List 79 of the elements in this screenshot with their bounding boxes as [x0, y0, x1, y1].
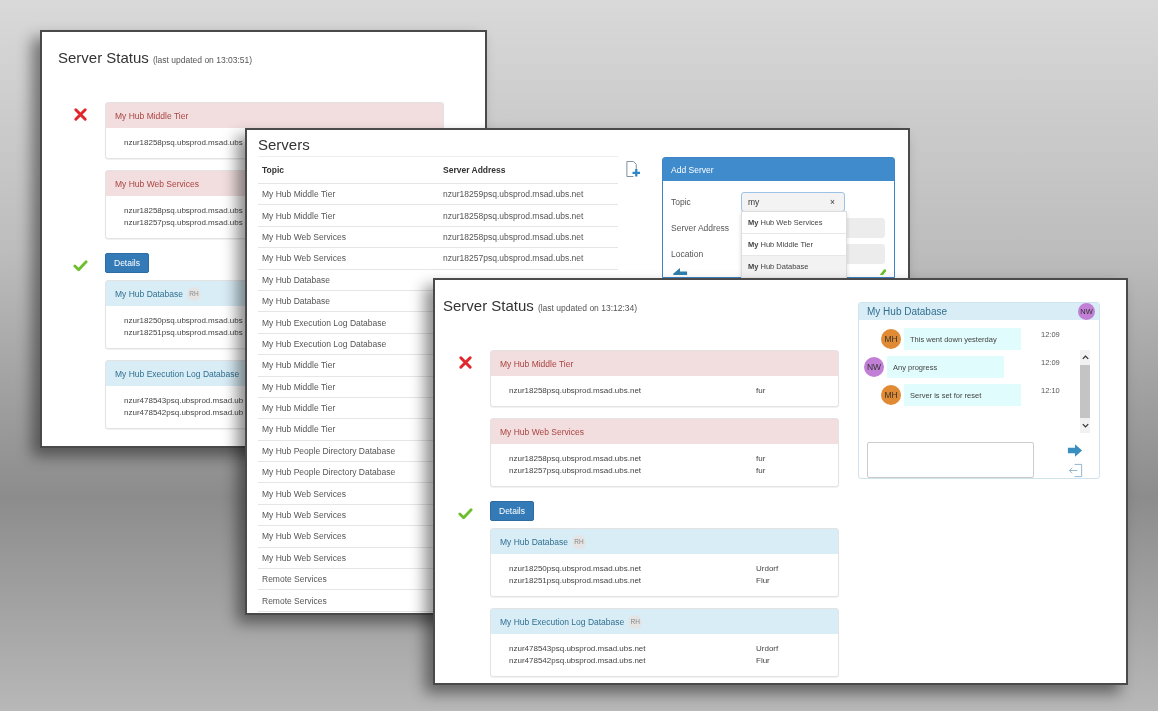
column-header: Server Address [443, 165, 506, 175]
service-name: My Hub Database [500, 536, 569, 547]
server-address: nzur18250psq.ubsprod.msad.ubs [124, 315, 243, 327]
service-name: My Hub Execution Log Database [500, 616, 625, 627]
table-cell-text: My Hub Web Services [261, 253, 347, 264]
table-cell-text: My Hub Middle Tier [261, 360, 337, 371]
field-label: Server Address [671, 223, 731, 233]
details-button[interactable]: Details [105, 253, 149, 273]
server-address: nzur18258psq.ubsprod.msad.ubs [124, 205, 243, 217]
table-cell-text: My Hub Middle Tier [261, 189, 337, 200]
table-cell-text: My Hub Middle Tier [261, 381, 337, 392]
table-cell-text: My Hub Middle Tier [261, 210, 337, 221]
avatar: MH [881, 329, 901, 349]
server-address: nzur18251psq.ubsprod.msad.ubs.net [509, 575, 643, 587]
location-text: fur [756, 385, 766, 397]
chevron-up-icon[interactable] [1080, 353, 1090, 362]
service-name: My Hub Database [115, 288, 184, 299]
chat-title: My Hub Database [867, 306, 948, 317]
table-cell-text: My Hub Middle Tier [261, 424, 337, 435]
table-cell-text: My Hub Execution Log Database [261, 317, 388, 328]
server-address: nzur18257psq.ubsprod.msad.ubs [124, 217, 243, 229]
location-text: Flur [756, 655, 770, 667]
window-title: Servers [258, 135, 311, 155]
server-address: nzur478543psq.ubsprod.msad.ubs.net [509, 643, 647, 655]
service-name: My Hub Execution Log Database [115, 368, 240, 379]
avatar: MH [881, 385, 901, 405]
panel-header: Add Server [663, 158, 894, 181]
last-updated-text: (last updated on 13:03:51) [152, 55, 253, 65]
table-cell-text: My Hub Database [261, 274, 332, 285]
location-text: fur [756, 453, 766, 465]
table-cell-text: Remote Services [261, 574, 328, 585]
server-address: nzur478542psq.ubsprod.msad.ub [124, 407, 244, 419]
last-updated-text: (last updated on 13:12:34) [537, 303, 638, 313]
table-cell-text: My Hub Web Services [261, 510, 347, 521]
location-text: Urdorf [756, 563, 779, 575]
table-cell: nzur18257psq.ubsprod.msad.ubs.net [443, 253, 584, 264]
table-cell-text: My Hub People Directory Database [261, 445, 397, 456]
location-text: fur [756, 465, 766, 477]
location-text: Flur [756, 575, 770, 587]
details-button[interactable]: Details [490, 501, 534, 521]
avatar: NW [864, 357, 884, 377]
server-address: nzur478543psq.ubsprod.msad.ub [124, 395, 244, 407]
add-document-icon[interactable] [625, 160, 640, 178]
chevron-down-icon[interactable] [1080, 421, 1090, 430]
table-cell-text: My Hub Middle Tier [261, 403, 337, 414]
table-cell: nzur18259psq.ubsprod.msad.ubs.net [443, 189, 584, 200]
service-name: My Hub Web Services [500, 426, 584, 437]
location-text: Urdorf [756, 643, 779, 655]
arrow-left-icon[interactable] [672, 267, 688, 275]
server-address: nzur18258psq.ubsprod.msad.ubs.net [509, 453, 643, 465]
table-cell: nzur18258psq.ubsprod.msad.ubs.net [443, 210, 584, 221]
window-title: Server Status [443, 297, 534, 314]
server-address: nzur18258psq.ubsprod.msad.ubs [124, 137, 243, 149]
table-cell-text: My Hub Web Services [261, 552, 347, 563]
column-header: Topic [261, 165, 286, 175]
message-input[interactable] [867, 442, 1034, 478]
table-cell-text: Remote Services [261, 595, 328, 606]
server-address: nzur18257psq.ubsprod.msad.ubs.net [509, 465, 643, 477]
table-cell-text: My Hub Web Services [261, 531, 347, 542]
field-label: Location [671, 249, 705, 259]
service-name: My Hub Middle Tier [115, 110, 189, 121]
table-cell-text: My Hub Database [261, 296, 332, 307]
arrow-right-icon[interactable] [1067, 443, 1083, 458]
sign-out-icon[interactable] [1067, 463, 1083, 478]
table-cell-text: My Hub People Directory Database [261, 467, 397, 478]
server-address: nzur18250psq.ubsprod.msad.ubs.net [509, 563, 643, 575]
table-cell-text: My Hub Web Services [261, 231, 347, 242]
server-address: nzur18258psq.ubsprod.msad.ubs.net [509, 385, 643, 397]
input-field[interactable]: my × [741, 192, 845, 212]
table-cell: nzur18258psq.ubsprod.msad.ubs.net [443, 231, 584, 242]
window-title: Server Status [58, 49, 149, 66]
table-cell-text: My Hub Execution Log Database [261, 338, 388, 349]
scrollbar[interactable] [1080, 350, 1090, 433]
service-name: My Hub Web Services [115, 178, 199, 189]
service-name: My Hub Middle Tier [500, 358, 574, 369]
field-label: Topic [671, 197, 692, 207]
server-address: nzur18251psq.ubsprod.msad.ubs [124, 327, 243, 339]
server-address: nzur478542psq.ubsprod.msad.ubs.net [509, 655, 647, 667]
table-cell-text: My Hub Web Services [261, 488, 347, 499]
